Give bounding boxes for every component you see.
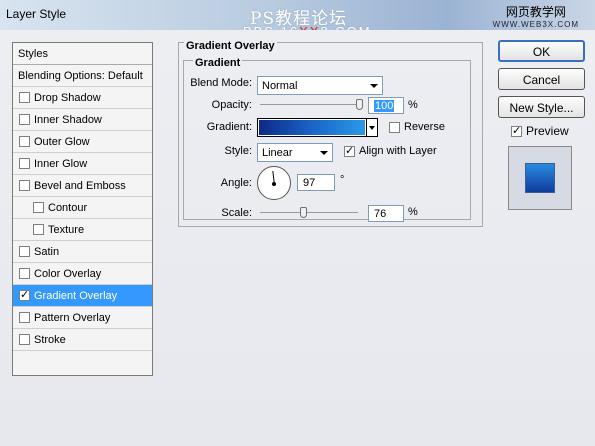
watermark-right: 网页教学网 WWW.WEB3X.COM [492,5,579,29]
preview-option[interactable]: Preview [511,124,569,138]
blend-mode-select[interactable]: Normal [257,76,383,95]
scale-label: Scale: [221,207,252,219]
scale-slider-track[interactable] [260,212,358,213]
angle-label: Angle: [220,177,252,189]
styles-list: Styles Blending Options: Default Drop Sh… [12,42,153,376]
styles-header[interactable]: Styles [13,43,152,65]
gradient-overlay-checkbox[interactable] [19,288,30,301]
sidebar-item-drop-shadow[interactable]: Drop Shadow [13,87,152,109]
panel-title: Gradient Overlay [184,40,277,52]
outer-glow-checkbox[interactable] [19,136,30,147]
sidebar-item-inner-glow[interactable]: Inner Glow [13,153,152,175]
preview-thumbnail [508,146,572,210]
opacity-unit: % [408,99,418,111]
angle-dial-center [272,182,276,186]
reverse-checkbox[interactable] [389,121,400,133]
sidebar-item-color-overlay[interactable]: Color Overlay [13,263,152,285]
opacity-input[interactable]: 100 [368,97,404,114]
gradient-preview [259,120,365,135]
angle-dial[interactable] [257,166,291,200]
blending-options-item[interactable]: Blending Options: Default [13,65,152,87]
window-title: Layer Style [6,7,67,21]
sidebar-item-pattern-overlay[interactable]: Pattern Overlay [13,307,152,329]
contour-checkbox[interactable] [33,202,44,213]
scale-slider-thumb[interactable] [300,207,308,218]
new-style-button[interactable]: New Style... [498,96,585,118]
scale-input[interactable]: 76 [368,205,404,222]
angle-input[interactable]: 97 [297,174,335,191]
bevel-emboss-checkbox[interactable] [19,180,30,191]
align-with-layer-checkbox[interactable] [344,144,355,157]
pattern-overlay-checkbox[interactable] [19,312,30,323]
preview-checkbox[interactable] [511,124,522,137]
stroke-checkbox[interactable] [19,334,30,345]
inner-glow-checkbox[interactable] [19,158,30,169]
chevron-down-icon [370,84,378,88]
sidebar-item-contour[interactable]: Contour [13,197,152,219]
opacity-label: Opacity: [211,99,252,111]
title-bar[interactable]: Layer Style PS教程论坛 BBS.16XX8.COM 网页教学网 W… [0,0,595,39]
sidebar-item-outer-glow[interactable]: Outer Glow [13,131,152,153]
gradient-picker[interactable] [257,118,367,137]
blend-mode-label: Blend Mode: [190,77,252,89]
drop-shadow-checkbox[interactable] [19,92,30,103]
ok-button[interactable]: OK [498,40,585,62]
color-overlay-checkbox[interactable] [19,268,30,279]
reverse-option[interactable]: Reverse [389,121,445,133]
cancel-button[interactable]: Cancel [498,68,585,90]
sidebar-item-satin[interactable]: Satin [13,241,152,263]
opacity-slider-track[interactable] [260,104,362,105]
sidebar-item-texture[interactable]: Texture [13,219,152,241]
angle-unit: ° [340,174,345,186]
sidebar-item-bevel-emboss[interactable]: Bevel and Emboss [13,175,152,197]
satin-checkbox[interactable] [19,246,30,257]
sidebar-item-gradient-overlay[interactable]: Gradient Overlay [13,285,152,307]
opacity-slider-thumb[interactable] [356,99,363,110]
texture-checkbox[interactable] [33,224,44,235]
gradient-subgroup-title: Gradient [193,57,243,69]
style-select[interactable]: Linear [257,143,333,162]
sidebar-item-inner-shadow[interactable]: Inner Shadow [13,109,152,131]
gradient-label: Gradient: [206,121,252,133]
inner-shadow-checkbox[interactable] [19,114,30,125]
gradient-dropdown-button[interactable] [366,118,378,137]
align-with-layer-option[interactable]: Align with Layer [344,144,437,157]
style-label: Style: [224,145,252,157]
sidebar-item-stroke[interactable]: Stroke [13,329,152,351]
layer-style-dialog: Styles Blending Options: Default Drop Sh… [0,30,595,446]
preview-swatch [525,163,555,193]
chevron-down-icon [320,151,328,155]
scale-unit: % [408,206,418,218]
